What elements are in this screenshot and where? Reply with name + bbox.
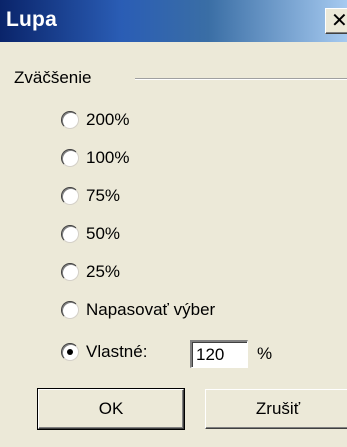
- radio-option-100[interactable]: 100%: [61, 146, 129, 170]
- close-button[interactable]: ✕: [325, 8, 347, 34]
- radio-option-75[interactable]: 75%: [61, 184, 120, 208]
- radio-button[interactable]: [61, 301, 79, 319]
- cancel-button[interactable]: Zrušiť: [205, 389, 347, 429]
- radio-option-custom[interactable]: Vlastné:: [61, 340, 147, 364]
- radio-label: 25%: [86, 262, 121, 281]
- radio-button[interactable]: [61, 149, 79, 167]
- radio-option-fit-selection[interactable]: Napasovať výber: [61, 298, 215, 322]
- radio-selected-dot: [67, 349, 73, 355]
- radio-label: 100%: [86, 148, 130, 167]
- percent-unit-label: %: [257, 344, 273, 363]
- radio-option-50[interactable]: 50%: [61, 222, 120, 246]
- radio-option-200[interactable]: 200%: [61, 108, 129, 132]
- zoom-dialog: Lupa ✕ Zväčšenie 200% 100% 75% 50% 25% N…: [0, 0, 347, 447]
- ok-button[interactable]: OK: [37, 388, 185, 430]
- groupbox-legend: Zväčšenie: [14, 68, 96, 88]
- window-title: Lupa: [6, 8, 57, 31]
- radio-label: 200%: [86, 110, 130, 129]
- radio-button[interactable]: [61, 263, 79, 281]
- radio-button[interactable]: [61, 225, 79, 243]
- radio-label: 75%: [86, 186, 121, 205]
- radio-label: 50%: [86, 224, 121, 243]
- groupbox-divider: [135, 78, 347, 80]
- radio-label: Vlastné:: [86, 342, 148, 361]
- radio-option-25[interactable]: 25%: [61, 260, 120, 284]
- custom-zoom-input[interactable]: 120: [190, 340, 248, 368]
- radio-label: Napasovať výber: [86, 300, 216, 319]
- radio-button[interactable]: [61, 111, 79, 129]
- radio-button[interactable]: [61, 187, 79, 205]
- radio-button[interactable]: [61, 343, 79, 361]
- close-icon: ✕: [331, 8, 347, 32]
- title-bar[interactable]: Lupa ✕: [0, 0, 347, 42]
